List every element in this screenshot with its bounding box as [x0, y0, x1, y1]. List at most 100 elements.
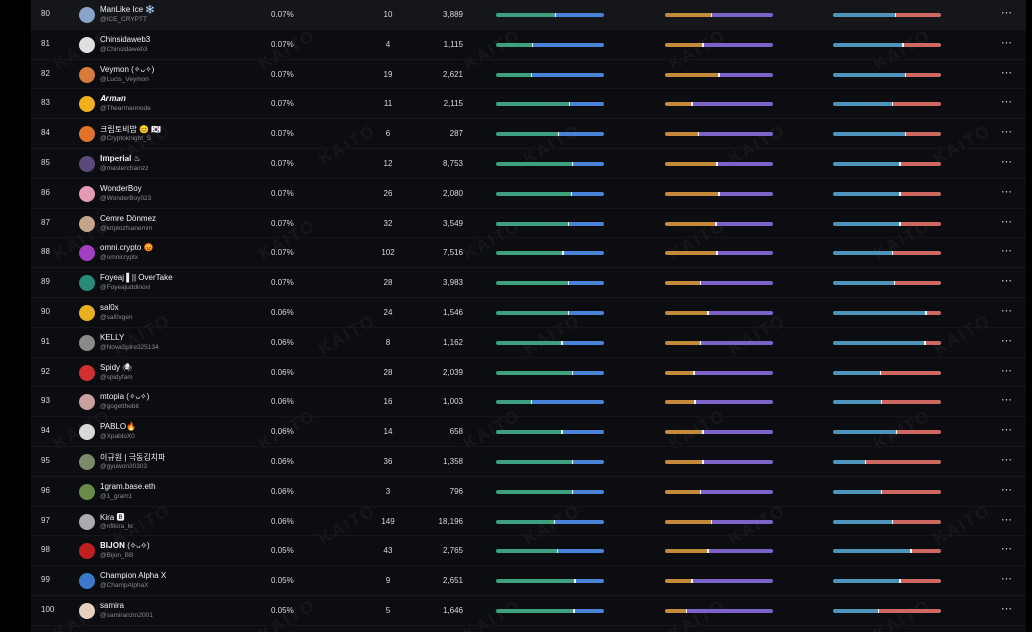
user-name[interactable]: mtopia (✧ᴗ✧)	[100, 392, 149, 401]
user-name[interactable]: samira	[100, 601, 124, 610]
more-options-icon[interactable]: ⋯	[1001, 513, 1012, 526]
table-row[interactable]: 85 𝐈𝐦𝐩𝐞𝐫𝐢𝐚𝐥 ♨ @masterchainzz 0.07% 12 8,753 ⋯	[31, 149, 1026, 179]
avatar[interactable]	[79, 603, 95, 619]
more-options-icon[interactable]: ⋯	[1001, 542, 1012, 555]
more-options-icon[interactable]: ⋯	[1001, 572, 1012, 585]
rank-cell: 98	[41, 545, 50, 555]
bar-split-marker	[554, 13, 557, 17]
table-row[interactable]: 81 Chinsidaweb3 @Chinsidaweb3 0.07% 4 1,115 ⋯	[31, 30, 1026, 60]
avatar[interactable]	[79, 7, 95, 23]
user-name[interactable]: sal0x	[100, 303, 119, 312]
table-row[interactable]: 89 Foyeaj ▌|| OverTake @Foyeajuddinovi 0.07…	[31, 268, 1026, 298]
table-row[interactable]: 86 WonderBoy @WonderBoy023 0.07% 26 2,080 ⋯	[31, 179, 1026, 209]
avatar[interactable]	[79, 156, 95, 172]
more-options-icon[interactable]: ⋯	[1001, 95, 1012, 108]
table-row[interactable]: 90 sal0x @sal0xgen 0.06% 24 1,546 ⋯	[31, 298, 1026, 328]
table-row[interactable]: 80 ManLike Ice ❄️ @ICE_CRYPTT 0.07% 10 3,889 ⋯	[31, 0, 1026, 30]
user-name[interactable]: 1gram.base.eth	[100, 482, 156, 491]
table-row[interactable]: 98 𝐁𝐈𝐉𝐎𝐍 (✧ᴗ✧) @Bijon_BB 0.05% 43 2,765 ⋯	[31, 536, 1026, 567]
table-row[interactable]: 88 omni.crypto 😡 @omnicryptx 0.07% 102 7,516 ⋯	[31, 238, 1026, 269]
user-name[interactable]: 이규원 | 극동김치파	[100, 452, 165, 463]
split-bar-1	[496, 519, 604, 524]
bar-segment-right	[572, 162, 604, 166]
more-options-icon[interactable]: ⋯	[1001, 185, 1012, 198]
user-name[interactable]: Champion Alpha X	[100, 571, 166, 580]
avatar[interactable]	[79, 334, 95, 351]
bar-segment-left	[665, 221, 716, 226]
table-row[interactable]: 93 mtopia (✧ᴗ✧) @gogetthebit 0.06% 16 1,003 ⋯	[31, 387, 1026, 418]
table-row[interactable]: 96 1gram.base.eth @1_gram1 0.06% 3 796 ⋯	[31, 477, 1026, 507]
more-options-icon[interactable]: ⋯	[1001, 453, 1012, 466]
user-name[interactable]: Veymon (✧ᴗ✧)	[100, 65, 154, 74]
split-bar-1	[496, 489, 604, 494]
avatar[interactable]	[79, 185, 95, 202]
bar-segment-left	[665, 370, 695, 375]
more-options-icon[interactable]: ⋯	[1001, 602, 1012, 615]
avatar[interactable]	[79, 573, 95, 590]
more-options-icon[interactable]: ⋯	[1001, 244, 1012, 257]
more-options-icon[interactable]: ⋯	[1001, 483, 1012, 496]
avatar[interactable]	[79, 66, 95, 83]
table-row[interactable]: 92 Spidy 🕷 @spidyfam 0.06% 28 2,039 ⋯	[31, 358, 1026, 388]
avatar[interactable]	[79, 305, 95, 321]
user-name[interactable]: Spidy 🕷	[100, 363, 132, 372]
bar-split-marker	[899, 162, 901, 166]
bar-segment-left	[833, 13, 896, 17]
mindshare-value: 0.07%	[271, 248, 294, 258]
split-bar-3	[833, 340, 941, 345]
bar-segment-left	[496, 430, 562, 435]
user-name[interactable]: Foyeaj ▌|| OverTake	[100, 273, 173, 282]
split-bar-1	[496, 460, 604, 464]
table-row[interactable]: 84 크립토비밥 😊 🇰🇷 @Cryptoknight_S 0.07% 6 287 ⋯	[31, 119, 1026, 149]
more-options-icon[interactable]: ⋯	[1001, 36, 1012, 49]
user-name[interactable]: Cemre Dönmez	[100, 214, 156, 223]
more-options-icon[interactable]: ⋯	[1001, 364, 1012, 377]
avatar[interactable]	[79, 543, 95, 560]
more-options-icon[interactable]: ⋯	[1001, 304, 1012, 317]
table-row[interactable]: 87 Cemre Dönmez @kriptozfsanemm 0.07% 32 3,54…	[31, 209, 1026, 239]
more-options-icon[interactable]: ⋯	[1001, 423, 1012, 436]
table-row[interactable]: 91 KELLY @NovaSpire325134 0.06% 8 1,162 ⋯	[31, 328, 1026, 358]
more-options-icon[interactable]: ⋯	[1001, 125, 1012, 138]
avatar[interactable]	[79, 364, 95, 381]
table-row[interactable]: 82 Veymon (✧ᴗ✧) @Lucis_Veymon 0.07% 19 2,621 ⋯	[31, 60, 1026, 90]
more-options-icon[interactable]: ⋯	[1001, 155, 1012, 168]
table-row[interactable]: 100 samira @samiranzm2001 0.05% 5 1,646 ⋯	[31, 596, 1026, 626]
user-name[interactable]: Kira 🅱	[100, 512, 124, 523]
user-name[interactable]: omni.crypto 😡	[100, 243, 154, 252]
more-options-icon[interactable]: ⋯	[1001, 66, 1012, 79]
leaderboard-panel: KAITOKAITOKAITOKAITOKAITOKAITOKAITOKAITO…	[31, 0, 1026, 632]
avatar[interactable]	[79, 454, 95, 470]
split-bar-2	[665, 609, 773, 613]
avatar[interactable]	[79, 483, 95, 500]
user-name[interactable]: Chinsidaweb3	[100, 35, 150, 44]
avatar[interactable]	[79, 275, 95, 292]
user-name[interactable]: 𝐈𝐦𝐩𝐞𝐫𝐢𝐚𝐥 ♨	[100, 154, 141, 164]
user-name[interactable]: 𝑨𝒓𝒎𝒂𝒏	[100, 94, 126, 104]
table-row[interactable]: 99 Champion Alpha X @ChampAlphaX 0.05% 9 2,65…	[31, 566, 1026, 596]
user-name[interactable]: WonderBoy	[100, 184, 142, 193]
user-name[interactable]: 𝐁𝐈𝐉𝐎𝐍 (✧ᴗ✧)	[100, 541, 150, 551]
table-row[interactable]: 97 Kira 🅱 @nftkira_kr 0.06% 149 18,196 ⋯	[31, 507, 1026, 537]
user-name[interactable]: ManLike Ice ❄️	[100, 5, 155, 14]
avatar[interactable]	[79, 215, 95, 232]
avatar[interactable]	[79, 36, 95, 53]
table-row[interactable]: 95 이규원 | 극동김치파 @gyuwon30303 0.06% 36 1,358 ⋯	[31, 447, 1026, 477]
more-options-icon[interactable]: ⋯	[1001, 393, 1012, 406]
table-row[interactable]: 83 𝑨𝒓𝒎𝒂𝒏 @Thearmannode 0.07% 11 2,115 ⋯	[31, 89, 1026, 120]
avatar[interactable]	[79, 245, 95, 262]
avatar[interactable]	[79, 394, 95, 411]
more-options-icon[interactable]: ⋯	[1001, 274, 1012, 287]
more-options-icon[interactable]: ⋯	[1001, 334, 1012, 347]
avatar[interactable]	[79, 96, 95, 113]
more-options-icon[interactable]: ⋯	[1001, 6, 1012, 19]
mindshare-value: 0.07%	[271, 99, 294, 109]
table-row[interactable]: 94 PABLO🔥 @XpabloX0 0.06% 14 658 ⋯	[31, 417, 1026, 447]
avatar[interactable]	[79, 513, 95, 530]
more-options-icon[interactable]: ⋯	[1001, 215, 1012, 228]
user-name[interactable]: KELLY	[100, 333, 124, 342]
avatar[interactable]	[79, 126, 95, 143]
avatar[interactable]	[79, 424, 95, 441]
user-name[interactable]: PABLO🔥	[100, 422, 136, 431]
user-name[interactable]: 크립토비밥 😊 🇰🇷	[100, 124, 161, 135]
